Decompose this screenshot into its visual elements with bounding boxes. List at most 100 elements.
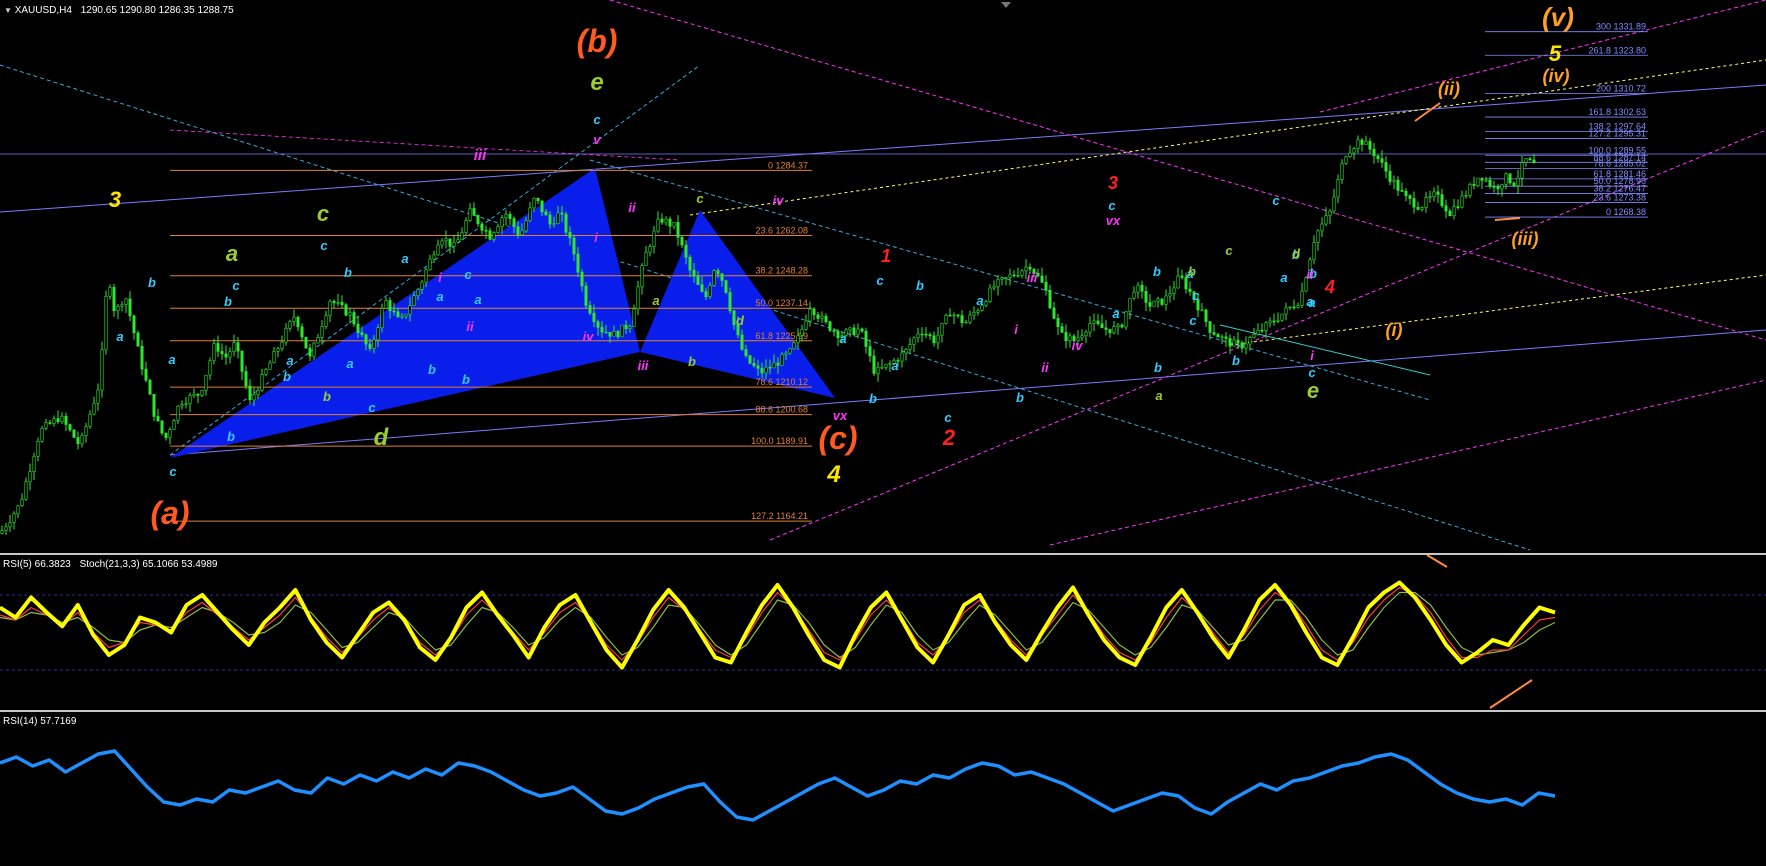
wave-label: 2 — [942, 425, 956, 450]
candle-body — [1216, 334, 1220, 338]
candle-body — [48, 422, 52, 424]
wave-label: c — [696, 191, 704, 206]
fib-level-label: 61.8 1225.99 — [755, 331, 808, 341]
wave-label: i — [1014, 322, 1018, 337]
candle-body — [1116, 324, 1120, 328]
candle-body — [1352, 148, 1356, 154]
candle-body — [740, 334, 744, 350]
wave-label: b — [1153, 264, 1161, 279]
wave-label: i — [1310, 348, 1314, 363]
scroll-marker-icon[interactable] — [1001, 2, 1011, 8]
candle-body — [232, 342, 236, 353]
candle-body — [584, 285, 588, 306]
candle-body — [560, 212, 564, 215]
candle-body — [556, 212, 560, 224]
candle-body — [484, 229, 488, 232]
candle-body — [1448, 210, 1452, 217]
candle-body — [228, 351, 232, 358]
rsi-stoch-pane[interactable]: RSI(5) 66.3823 Stoch(21,3,3) 65.1066 53.… — [0, 555, 1766, 710]
candle-body — [676, 222, 680, 238]
candle-body — [612, 331, 616, 337]
wave-label: c — [232, 278, 240, 293]
wave-label: b — [283, 369, 291, 384]
candle-body — [24, 481, 28, 500]
candle-body — [784, 352, 788, 355]
candle-body — [1208, 321, 1212, 333]
wave-label: 3 — [109, 187, 121, 212]
wave-label: b — [462, 372, 470, 387]
candle-body — [44, 422, 48, 429]
wave-label: 3 — [1108, 173, 1118, 193]
trendline — [169, 129, 681, 161]
candle-body — [84, 426, 88, 436]
candle-body — [876, 367, 880, 374]
candle-body — [604, 331, 608, 334]
candle-body — [272, 351, 276, 364]
candle-body — [324, 315, 328, 327]
wave-label: c — [169, 464, 177, 479]
candle-body — [1120, 324, 1124, 328]
wave-label: c — [1189, 313, 1197, 328]
candle-body — [452, 241, 456, 247]
candle-body — [864, 330, 868, 347]
candle-body — [188, 395, 192, 405]
candle-body — [88, 413, 92, 427]
wave-label: c — [368, 400, 376, 415]
candle-body — [512, 218, 516, 227]
candle-body — [184, 403, 188, 406]
candle-body — [1136, 284, 1140, 293]
candle-body — [1124, 311, 1128, 328]
wave-label: b — [227, 429, 235, 444]
wave-label: iii — [1027, 270, 1038, 285]
candle-body — [388, 300, 392, 312]
candle-body — [1236, 339, 1240, 344]
candle-body — [488, 230, 492, 240]
candle-body — [1500, 184, 1504, 190]
candle-body — [464, 220, 468, 233]
candle-body — [40, 427, 44, 442]
wave-label: b — [1188, 264, 1196, 279]
candle-body — [548, 214, 552, 225]
candle-body — [588, 305, 592, 314]
candle-body — [572, 237, 576, 255]
wave-label: ii — [1306, 267, 1314, 282]
candle-body — [76, 437, 80, 444]
candle-body — [1316, 230, 1320, 244]
wave-label: a — [346, 356, 353, 371]
candle-body — [60, 415, 64, 423]
candle-body — [404, 313, 408, 317]
candle-body — [884, 363, 888, 368]
candle-body — [1088, 323, 1092, 333]
rsi-stoch-svg[interactable] — [0, 555, 1766, 710]
candle-body — [652, 230, 656, 247]
fib-ext-label: 300 1331.89 — [1596, 22, 1646, 32]
rsi14-svg[interactable] — [0, 712, 1766, 866]
candle-body — [476, 215, 480, 225]
candle-body — [164, 432, 168, 438]
candle-body — [1172, 287, 1176, 294]
wave-label: a — [401, 251, 408, 266]
candle-body — [1348, 152, 1352, 157]
candle-body — [1512, 182, 1516, 186]
candle-body — [1176, 275, 1180, 289]
price-chart-svg[interactable]: 0 1284.37 23.6 1262.08 38.2 1248.28 50.0 12… — [0, 0, 1766, 553]
candle-body — [1188, 288, 1192, 292]
rsi14-pane[interactable]: RSI(14) 57.7169 — [0, 712, 1766, 866]
price-chart-pane[interactable]: ▼ XAUUSD,H4 1290.65 1290.80 1286.35 1288… — [0, 0, 1766, 553]
candle-body — [812, 308, 816, 316]
candle-body — [628, 326, 632, 330]
candle-body — [292, 316, 296, 322]
fib-level-label: 88.6 1200.68 — [755, 405, 808, 415]
candle-body — [1368, 141, 1372, 150]
candle-body — [1356, 139, 1360, 149]
candle-body — [728, 292, 732, 312]
wave-label: b — [916, 278, 924, 293]
candle-body — [1428, 196, 1432, 198]
osc1-series-line — [0, 591, 1556, 659]
wave-label: e — [590, 69, 603, 96]
fib-ext-label: 261.8 1323.80 — [1588, 45, 1646, 55]
candle-body — [852, 327, 856, 335]
candle-body — [340, 302, 344, 306]
candle-body — [1340, 163, 1344, 180]
wave-label: b — [1232, 353, 1240, 368]
